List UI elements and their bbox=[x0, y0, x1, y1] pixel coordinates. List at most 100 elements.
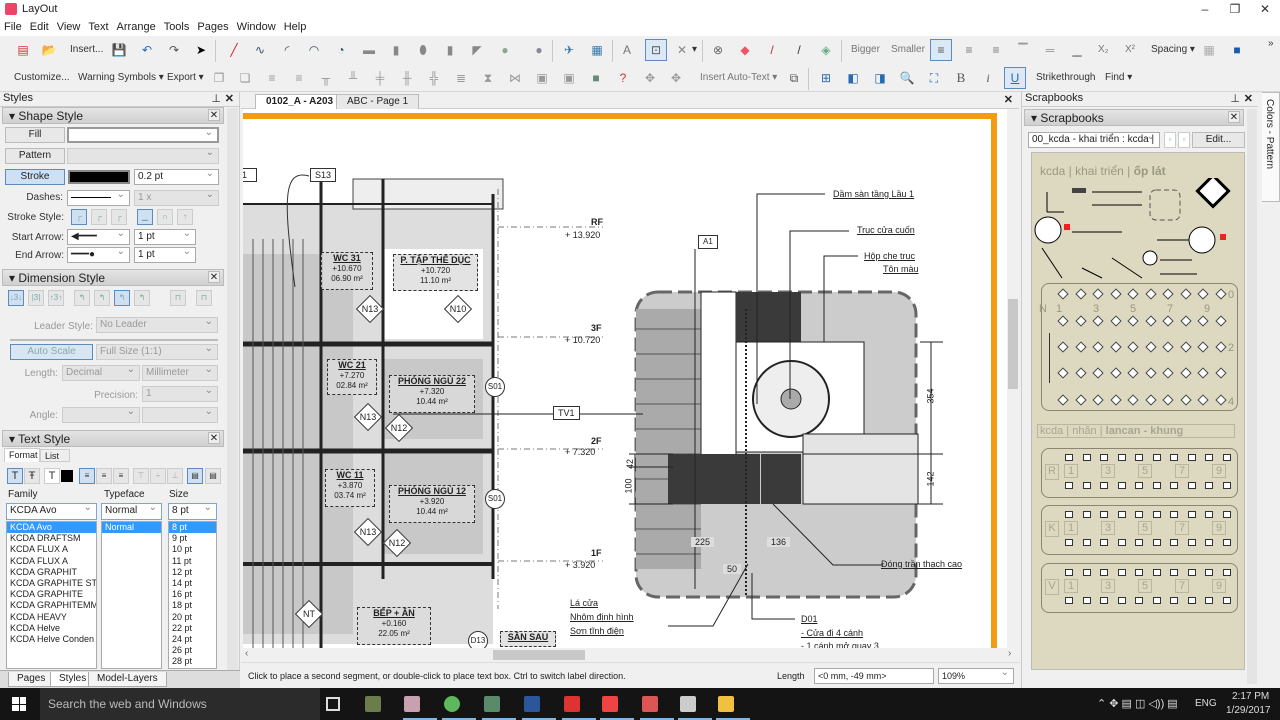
square-tag-symbol[interactable] bbox=[1100, 597, 1108, 604]
square-tag-symbol[interactable] bbox=[1117, 597, 1126, 604]
presentation-icon[interactable]: ■ bbox=[1228, 41, 1246, 59]
square-tag-symbol[interactable] bbox=[1065, 482, 1073, 489]
square-tag-symbol[interactable] bbox=[1170, 539, 1178, 546]
square-tag-symbol[interactable] bbox=[1100, 454, 1108, 461]
close-panel-icon[interactable]: ✕ bbox=[225, 92, 234, 105]
square-tag-symbol[interactable] bbox=[1082, 482, 1091, 489]
square-tag-symbol[interactable] bbox=[1152, 539, 1161, 546]
square-tag-symbol[interactable] bbox=[1065, 569, 1073, 576]
center-horizontal-icon[interactable]: ╫ bbox=[398, 69, 416, 87]
square-tag-symbol[interactable] bbox=[1082, 597, 1091, 604]
dim-text-above-icon[interactable]: ↓3↓ bbox=[8, 290, 24, 306]
text-align-center-icon[interactable]: ≡ bbox=[96, 468, 112, 484]
square-tag-symbol[interactable] bbox=[1187, 482, 1196, 489]
scale-dropdown[interactable]: Full Size (1:1) bbox=[96, 342, 218, 360]
square-tag-symbol[interactable] bbox=[1222, 569, 1231, 576]
font-family-option[interactable]: KCDA GRAPHITE bbox=[7, 589, 96, 600]
room-label[interactable]: BẾP + ĂN +0.160 22.05 m² bbox=[357, 607, 431, 645]
precision-dropdown[interactable]: 1 bbox=[142, 384, 218, 402]
size-option[interactable]: 12 pt bbox=[169, 567, 216, 578]
section-circle[interactable]: D13 bbox=[468, 631, 488, 648]
dimension-dropdown[interactable]: ▾ bbox=[692, 44, 697, 55]
typeface-list[interactable]: Normal bbox=[101, 521, 162, 669]
table-tool-icon[interactable]: ▦ bbox=[588, 41, 606, 59]
circle-tool-icon[interactable]: ● bbox=[496, 41, 514, 59]
toolbar-overflow[interactable]: » bbox=[1268, 38, 1274, 49]
text-unbounded-icon[interactable]: ▤ bbox=[205, 468, 221, 484]
square-tag-symbol[interactable] bbox=[1082, 569, 1091, 576]
text-anchor-bottom-icon[interactable]: ⊥ bbox=[167, 468, 183, 484]
section-circle[interactable]: S01 bbox=[485, 377, 505, 397]
minimize-button[interactable]: – bbox=[1190, 0, 1220, 18]
stroke-width-dropdown[interactable]: 0.2 pt bbox=[134, 167, 219, 185]
center-vertical-icon[interactable]: ╪ bbox=[371, 69, 389, 87]
label-tool-icon[interactable]: ⊡ bbox=[645, 39, 667, 61]
eraser-icon[interactable]: ◆ bbox=[736, 41, 754, 59]
bold-button[interactable]: B bbox=[952, 69, 970, 87]
insert-button[interactable]: Insert... bbox=[70, 44, 103, 55]
length-input[interactable]: <0 mm, -49 mm> bbox=[814, 668, 934, 684]
tab-model-layers[interactable]: Model-Layers bbox=[88, 672, 167, 687]
add-page-icon[interactable]: ⊞ bbox=[817, 69, 835, 87]
close-doc-icon[interactable]: ✕ bbox=[1004, 93, 1013, 106]
menu-help[interactable]: Help bbox=[280, 18, 311, 33]
room-label[interactable]: SÂN SAU bbox=[500, 631, 556, 647]
family-list[interactable]: KCDA Avo KCDA DRAFTSM KCDA FLUX A KCDA FLUX… bbox=[6, 521, 97, 669]
text-bounded-icon[interactable]: ▤ bbox=[187, 468, 203, 484]
length-unit-dropdown[interactable]: Millimeter bbox=[142, 363, 218, 381]
font-family-option[interactable]: KCDA GRAPHIT bbox=[7, 567, 96, 578]
pie-tool-icon[interactable]: ◔ bbox=[332, 41, 350, 59]
pattern-button[interactable]: Pattern bbox=[5, 148, 65, 164]
colors-pattern-tab[interactable]: Colors - Pattern bbox=[1262, 92, 1280, 202]
scroll-right-icon[interactable]: › bbox=[1008, 648, 1011, 659]
underline-button[interactable]: U bbox=[1004, 67, 1026, 89]
auto-scale-button[interactable]: Auto Scale bbox=[10, 344, 93, 360]
taskbar-app-icon[interactable] bbox=[680, 696, 696, 712]
square-tag-symbol[interactable] bbox=[1100, 569, 1108, 576]
edit-scrapbook-button[interactable]: Edit... bbox=[1192, 132, 1245, 148]
square-tag-symbol[interactable] bbox=[1135, 597, 1143, 604]
square-tag-symbol[interactable] bbox=[1152, 511, 1161, 518]
size-option[interactable]: 22 pt bbox=[169, 623, 216, 634]
room-label[interactable]: P. TẬP THỂ DỤC +10.720 11.10 m² bbox=[393, 254, 478, 291]
angle-format-dropdown[interactable] bbox=[62, 405, 140, 423]
square-tag-symbol[interactable] bbox=[1117, 569, 1126, 576]
warning-symbols-dropdown[interactable]: Warning Symbols ▾ bbox=[78, 72, 164, 83]
size-option[interactable]: 16 pt bbox=[169, 589, 216, 600]
square-tag-symbol[interactable] bbox=[1152, 597, 1161, 604]
square-tag-symbol[interactable] bbox=[1082, 511, 1091, 518]
dim-leader-2-icon[interactable]: ⊓ bbox=[196, 290, 212, 306]
anchor-middle-icon[interactable]: ═ bbox=[1041, 41, 1059, 59]
square-tag-symbol[interactable] bbox=[1117, 482, 1126, 489]
canvas-horizontal-scrollbar[interactable]: ‹ › bbox=[243, 648, 1018, 662]
square-tag-symbol[interactable] bbox=[1205, 597, 1213, 604]
size-option[interactable]: 36 pt bbox=[169, 667, 216, 668]
save-icon[interactable]: 💾 bbox=[110, 41, 128, 59]
space-vertical-icon[interactable]: ╬ bbox=[425, 69, 443, 87]
clock-time[interactable]: 2:17 PM bbox=[1232, 691, 1269, 702]
size-option[interactable]: 18 pt bbox=[169, 600, 216, 611]
close-button[interactable]: ✕ bbox=[1250, 0, 1280, 18]
scrapbooks-section-header[interactable]: ▾ Scrapbooks ✕ bbox=[1024, 109, 1244, 126]
dash-scale-dropdown[interactable]: 1 x bbox=[134, 188, 219, 206]
square-tag-symbol[interactable] bbox=[1117, 511, 1126, 518]
text-strike-style-icon[interactable]: Ŧ bbox=[24, 468, 40, 484]
lozenge-tool-icon[interactable]: ⬮ bbox=[414, 41, 432, 59]
taskbar-app-icon[interactable] bbox=[444, 696, 460, 712]
redo-icon[interactable]: ↷ bbox=[165, 41, 183, 59]
square-tag-symbol[interactable] bbox=[1187, 569, 1196, 576]
ungroup-icon[interactable]: ▣ bbox=[560, 69, 578, 87]
menu-view[interactable]: View bbox=[53, 18, 85, 33]
square-tag-symbol[interactable] bbox=[1222, 539, 1231, 546]
open-folder-icon[interactable]: 📂 bbox=[40, 41, 58, 59]
windows-start-icon[interactable] bbox=[12, 697, 26, 711]
ellipse-tool-icon[interactable]: ● bbox=[530, 41, 548, 59]
square-tag-symbol[interactable] bbox=[1205, 482, 1213, 489]
pin-icon[interactable]: ⊥ bbox=[1230, 92, 1240, 105]
size-list[interactable]: 8 pt 9 pt 10 pt 11 pt 12 pt 14 pt 16 pt 18 pt 20… bbox=[168, 521, 217, 669]
bulged-rect-icon[interactable]: ▮ bbox=[441, 41, 459, 59]
fill-color-swatch[interactable] bbox=[67, 126, 219, 143]
square-tag-symbol[interactable] bbox=[1065, 454, 1073, 461]
room-label[interactable]: PHÒNG NGỦ 22 +7.320 10.44 m² bbox=[389, 375, 475, 413]
section-circle[interactable]: S01 bbox=[485, 489, 505, 509]
